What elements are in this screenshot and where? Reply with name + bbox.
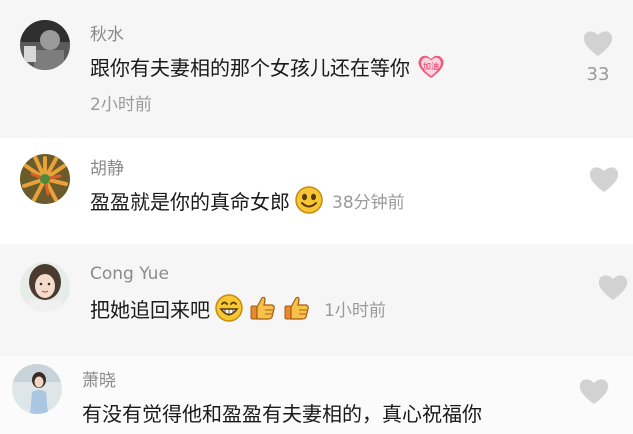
like-heart-icon[interactable] (578, 376, 610, 406)
comment-time: 38分钟前 (332, 192, 405, 213)
comment-item: 萧晓 有没有觉得他和盈盈有夫妻相的，真心祝福你 (0, 356, 633, 434)
comment-text-content: 把她追回来吧 (90, 297, 210, 322)
comment-item: Cong Yue 把她追回来吧 1小时前 (0, 244, 633, 356)
like-heart-icon[interactable] (597, 272, 629, 302)
username[interactable]: Cong Yue (90, 264, 169, 284)
comment-text: 有没有觉得他和盈盈有夫妻相的，真心祝福你 (82, 398, 482, 427)
like-count: 33 (586, 64, 610, 85)
comment-text: 把她追回来吧 1小时前 (90, 293, 386, 323)
comment-text-content: 跟你有夫妻相的那个女孩儿还在等你 (90, 55, 410, 80)
like-heart-icon[interactable] (582, 28, 614, 58)
like-heart-icon[interactable] (588, 164, 620, 194)
smile-emoji-icon (294, 185, 324, 215)
avatar[interactable] (12, 364, 62, 414)
comment-item: 秋水 跟你有夫妻相的那个女孩儿还在等你 加油 2小时前 33 (0, 0, 633, 138)
avatar[interactable] (20, 262, 70, 312)
comment-text: 跟你有夫妻相的那个女孩儿还在等你 加油 (90, 51, 446, 81)
comment-text: 盈盈就是你的真命女郎 38分钟前 (90, 185, 405, 215)
comment-text-content: 盈盈就是你的真命女郎 (90, 189, 290, 214)
comment-text-content: 有没有觉得他和盈盈有夫妻相的，真心祝福你 (82, 402, 482, 426)
comment-item: 胡静 盈盈就是你的真命女郎 38分钟前 (0, 138, 633, 244)
username[interactable]: 胡静 (90, 154, 124, 179)
username[interactable]: 萧晓 (82, 366, 116, 391)
badge-label: 加油 (423, 61, 439, 71)
avatar[interactable] (20, 20, 70, 70)
comment-time: 2小时前 (90, 95, 152, 115)
heart-badge-icon: 加油 (416, 51, 446, 81)
grin-emoji-icon (214, 293, 244, 323)
thumbs-up-emoji-icon (248, 293, 278, 323)
thumbs-up-emoji-icon (282, 293, 312, 323)
avatar[interactable] (20, 154, 70, 204)
username[interactable]: 秋水 (90, 20, 124, 45)
comment-list: 秋水 跟你有夫妻相的那个女孩儿还在等你 加油 2小时前 33 胡静 盈盈就是你的… (0, 0, 633, 434)
comment-time: 1小时前 (324, 300, 386, 321)
